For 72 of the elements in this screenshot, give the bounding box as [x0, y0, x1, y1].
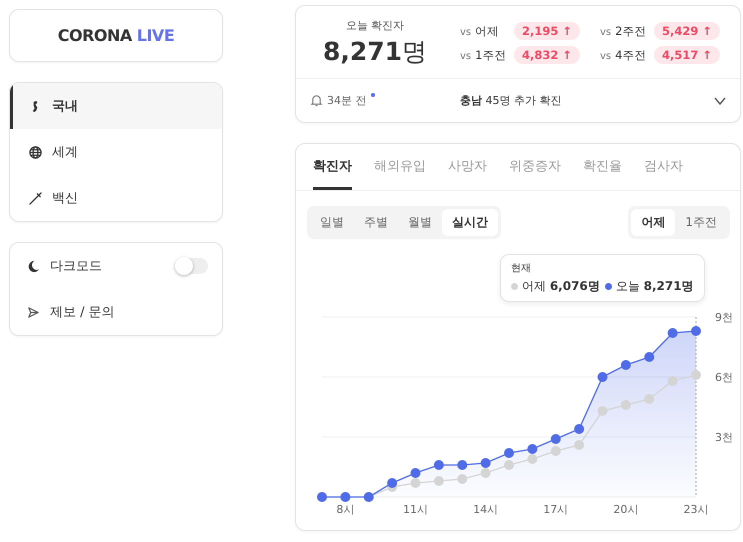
data-point [550, 434, 561, 444]
total-label: 오늘 확진자 [346, 18, 404, 33]
period-button[interactable]: 주별 [354, 209, 398, 236]
data-point [410, 478, 420, 488]
data-point [457, 474, 468, 484]
increase-badge: 2,195 ↑ [514, 22, 580, 40]
data-point [480, 458, 491, 468]
data-point [668, 328, 678, 338]
total-count: 8,271명 [322, 36, 428, 68]
data-point [457, 460, 468, 470]
data-point [668, 376, 678, 386]
data-point [574, 424, 584, 434]
send-icon [27, 306, 40, 318]
data-point [574, 440, 584, 450]
setting-label: 다크모드 [50, 258, 103, 275]
increase-badge: 4,832 ↑ [514, 46, 580, 64]
axis-label: 14시 [473, 503, 498, 516]
alert-bar[interactable]: 34분 전 충남 45명 추가 확진 [296, 78, 740, 122]
data-point [620, 360, 631, 370]
data-point [504, 460, 514, 470]
axis-label: 20시 [613, 503, 638, 516]
data-point [644, 352, 654, 362]
period-button[interactable]: 일별 [310, 209, 354, 236]
compare-label: vs 4주전 [600, 48, 648, 62]
axis-label: 3천 [715, 431, 733, 444]
data-point [410, 468, 420, 478]
data-point [620, 400, 631, 410]
nav-item[interactable]: 세계 [10, 129, 222, 175]
data-point [691, 326, 701, 336]
logo[interactable]: CORONA LIVE [9, 9, 223, 62]
increase-badge: 5,429 ↑ [654, 22, 720, 40]
axis-label: 11시 [403, 503, 428, 516]
globe-icon [29, 146, 42, 158]
tab[interactable]: 확진자 [313, 144, 352, 190]
moon-icon [27, 260, 40, 272]
alert-message: 충남 45명 추가 확진 [460, 93, 562, 108]
tooltip-title: 현재 [511, 262, 532, 275]
data-point [691, 370, 701, 380]
period-button[interactable]: 실시간 [442, 209, 498, 236]
compare-label: vs 1주전 [460, 48, 508, 62]
data-point [550, 446, 561, 456]
toggle-switch[interactable] [176, 258, 208, 274]
data-point [527, 444, 538, 454]
alert-time: 34분 전 [327, 93, 366, 108]
data-point [480, 468, 491, 478]
compare-label: vs 어제 [460, 24, 500, 38]
tooltip-value: 오늘 8,271명 [616, 278, 694, 295]
axis-label: 8시 [336, 503, 354, 516]
data-point [598, 372, 608, 382]
nav-item[interactable]: 백신 [10, 175, 222, 221]
nav-item[interactable]: 국내 [10, 83, 222, 129]
data-point [504, 448, 514, 458]
axis-label: 17시 [543, 503, 568, 516]
axis-label: 9천 [715, 311, 733, 324]
data-point [598, 406, 608, 416]
data-point [527, 454, 538, 464]
compare-button[interactable]: 어제 [631, 209, 676, 236]
data-point [434, 476, 444, 486]
axis-label: 23시 [684, 503, 708, 516]
tooltip-value: 어제 6,076명 [522, 278, 600, 295]
data-point [434, 460, 444, 470]
syringe-icon [29, 192, 42, 204]
period-button[interactable]: 월별 [398, 209, 442, 236]
data-point [387, 478, 398, 488]
compare-button[interactable]: 1주전 [675, 209, 727, 236]
increase-badge: 4,517 ↑ [654, 46, 720, 64]
axis-label: 6천 [715, 371, 733, 384]
chevron-icon[interactable] [714, 96, 726, 104]
compare-label: vs 2주전 [600, 24, 648, 38]
data-point [644, 394, 654, 404]
bell-icon [310, 94, 323, 107]
setting-link[interactable]: 제보 / 문의 [10, 289, 222, 335]
